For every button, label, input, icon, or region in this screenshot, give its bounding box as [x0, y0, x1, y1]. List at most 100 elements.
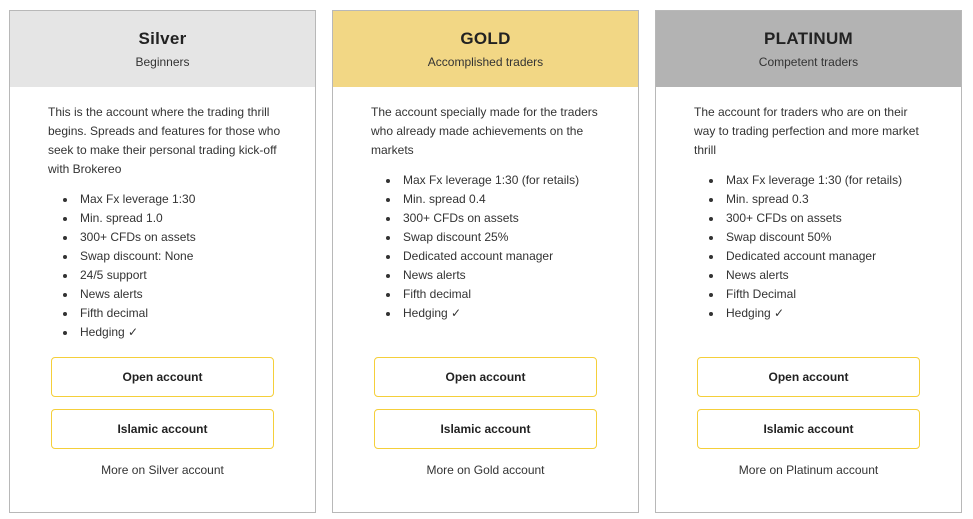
plan-body: This is the account where the trading th…	[10, 87, 315, 342]
feature-text: Min. spread 0.4	[403, 192, 486, 206]
bullet-icon	[63, 255, 67, 259]
feature-item: Max Fx leverage 1:30 (for retails)	[709, 171, 931, 190]
feature-item: Min. spread 0.3	[709, 190, 931, 209]
plan-body: The account for traders who are on their…	[656, 87, 961, 323]
bullet-icon	[386, 312, 390, 316]
feature-item: Swap discount 50%	[709, 228, 931, 247]
open-account-button[interactable]: Open account	[51, 357, 274, 397]
plan-card-gold: GOLD Accomplished traders The account sp…	[332, 10, 639, 513]
feature-list: Max Fx leverage 1:30 (for retails) Min. …	[371, 171, 608, 323]
bullet-icon	[386, 217, 390, 221]
bullet-icon	[386, 198, 390, 202]
plan-title: Silver	[138, 29, 187, 48]
feature-list: Max Fx leverage 1:30 Min. spread 1.0 300…	[48, 190, 285, 342]
feature-text: Fifth decimal	[80, 306, 149, 320]
bullet-icon	[709, 293, 713, 297]
bullet-icon	[63, 293, 67, 297]
more-on-platinum-link[interactable]: More on Platinum account	[656, 463, 961, 477]
plan-description: The account for traders who are on their…	[694, 105, 919, 157]
feature-item: Fifth decimal	[386, 285, 608, 304]
bullet-icon	[63, 198, 67, 202]
feature-text: Max Fx leverage 1:30 (for retails)	[403, 173, 580, 187]
bullet-icon	[386, 274, 390, 278]
bullet-icon	[709, 255, 713, 259]
feature-text: News alerts	[726, 268, 789, 282]
feature-item: Swap discount 25%	[386, 228, 608, 247]
feature-item: 300+ CFDs on assets	[709, 209, 931, 228]
feature-item: Fifth decimal	[63, 304, 285, 323]
bullet-icon	[386, 179, 390, 183]
bullet-icon	[63, 331, 67, 335]
feature-item: Max Fx leverage 1:30	[63, 190, 285, 209]
plan-card-platinum: PLATINUM Competent traders The account f…	[655, 10, 962, 513]
feature-text: Max Fx leverage 1:30	[80, 192, 196, 206]
plan-header: GOLD Accomplished traders	[333, 11, 638, 87]
bullet-icon	[63, 236, 67, 240]
plan-title: GOLD	[460, 29, 511, 48]
plan-title: PLATINUM	[764, 29, 853, 48]
feature-text: 300+ CFDs on assets	[403, 211, 519, 225]
bullet-icon	[386, 293, 390, 297]
bullet-icon	[63, 217, 67, 221]
feature-text: Dedicated account manager	[403, 249, 554, 263]
feature-item: Min. spread 0.4	[386, 190, 608, 209]
bullet-icon	[386, 255, 390, 259]
feature-text: 300+ CFDs on assets	[726, 211, 842, 225]
islamic-account-button[interactable]: Islamic account	[51, 409, 274, 449]
feature-item: 300+ CFDs on assets	[386, 209, 608, 228]
feature-item: 24/5 support	[63, 266, 285, 285]
plan-body: The account specially made for the trade…	[333, 87, 638, 323]
feature-item: Hedging ✓	[63, 323, 285, 342]
bullet-icon	[63, 274, 67, 278]
feature-item: Hedging ✓	[709, 304, 931, 323]
feature-item: Min. spread 1.0	[63, 209, 285, 228]
bullet-icon	[709, 198, 713, 202]
feature-item: Dedicated account manager	[386, 247, 608, 266]
bullet-icon	[709, 274, 713, 278]
feature-item: Max Fx leverage 1:30 (for retails)	[386, 171, 608, 190]
feature-item: Hedging ✓	[386, 304, 608, 323]
feature-text: News alerts	[80, 287, 143, 301]
feature-text: Hedging ✓	[403, 306, 462, 320]
feature-text: Swap discount 50%	[726, 230, 832, 244]
open-account-button[interactable]: Open account	[374, 357, 597, 397]
feature-item: Swap discount: None	[63, 247, 285, 266]
plan-description: This is the account where the trading th…	[48, 105, 281, 176]
bullet-icon	[709, 312, 713, 316]
feature-text: Min. spread 1.0	[80, 211, 163, 225]
feature-item: News alerts	[63, 285, 285, 304]
feature-item: 300+ CFDs on assets	[63, 228, 285, 247]
plan-card-silver: Silver Beginners This is the account whe…	[9, 10, 316, 513]
islamic-account-button[interactable]: Islamic account	[374, 409, 597, 449]
feature-list: Max Fx leverage 1:30 (for retails) Min. …	[694, 171, 931, 323]
open-account-button[interactable]: Open account	[697, 357, 920, 397]
bullet-icon	[386, 236, 390, 240]
more-on-gold-link[interactable]: More on Gold account	[333, 463, 638, 477]
plan-subtitle: Competent traders	[758, 55, 859, 69]
feature-item: News alerts	[386, 266, 608, 285]
feature-item: Fifth Decimal	[709, 285, 931, 304]
bullet-icon	[709, 236, 713, 240]
feature-text: Min. spread 0.3	[726, 192, 809, 206]
feature-text: 24/5 support	[80, 268, 147, 282]
plan-header: Silver Beginners	[10, 11, 315, 87]
feature-text: Fifth Decimal	[726, 287, 797, 301]
feature-text: Swap discount 25%	[403, 230, 509, 244]
feature-text: News alerts	[403, 268, 466, 282]
feature-item: News alerts	[709, 266, 931, 285]
plan-header: PLATINUM Competent traders	[656, 11, 961, 87]
feature-item: Dedicated account manager	[709, 247, 931, 266]
feature-text: Swap discount: None	[80, 249, 194, 263]
plan-subtitle: Beginners	[135, 55, 190, 69]
islamic-account-button[interactable]: Islamic account	[697, 409, 920, 449]
feature-text: Dedicated account manager	[726, 249, 877, 263]
feature-text: Max Fx leverage 1:30 (for retails)	[726, 173, 903, 187]
more-on-silver-link[interactable]: More on Silver account	[10, 463, 315, 477]
feature-text: Hedging ✓	[726, 306, 785, 320]
feature-text: Hedging ✓	[80, 325, 139, 339]
bullet-icon	[709, 217, 713, 221]
feature-text: Fifth decimal	[403, 287, 472, 301]
plan-subtitle: Accomplished traders	[427, 55, 544, 69]
bullet-icon	[709, 179, 713, 183]
bullet-icon	[63, 312, 67, 316]
